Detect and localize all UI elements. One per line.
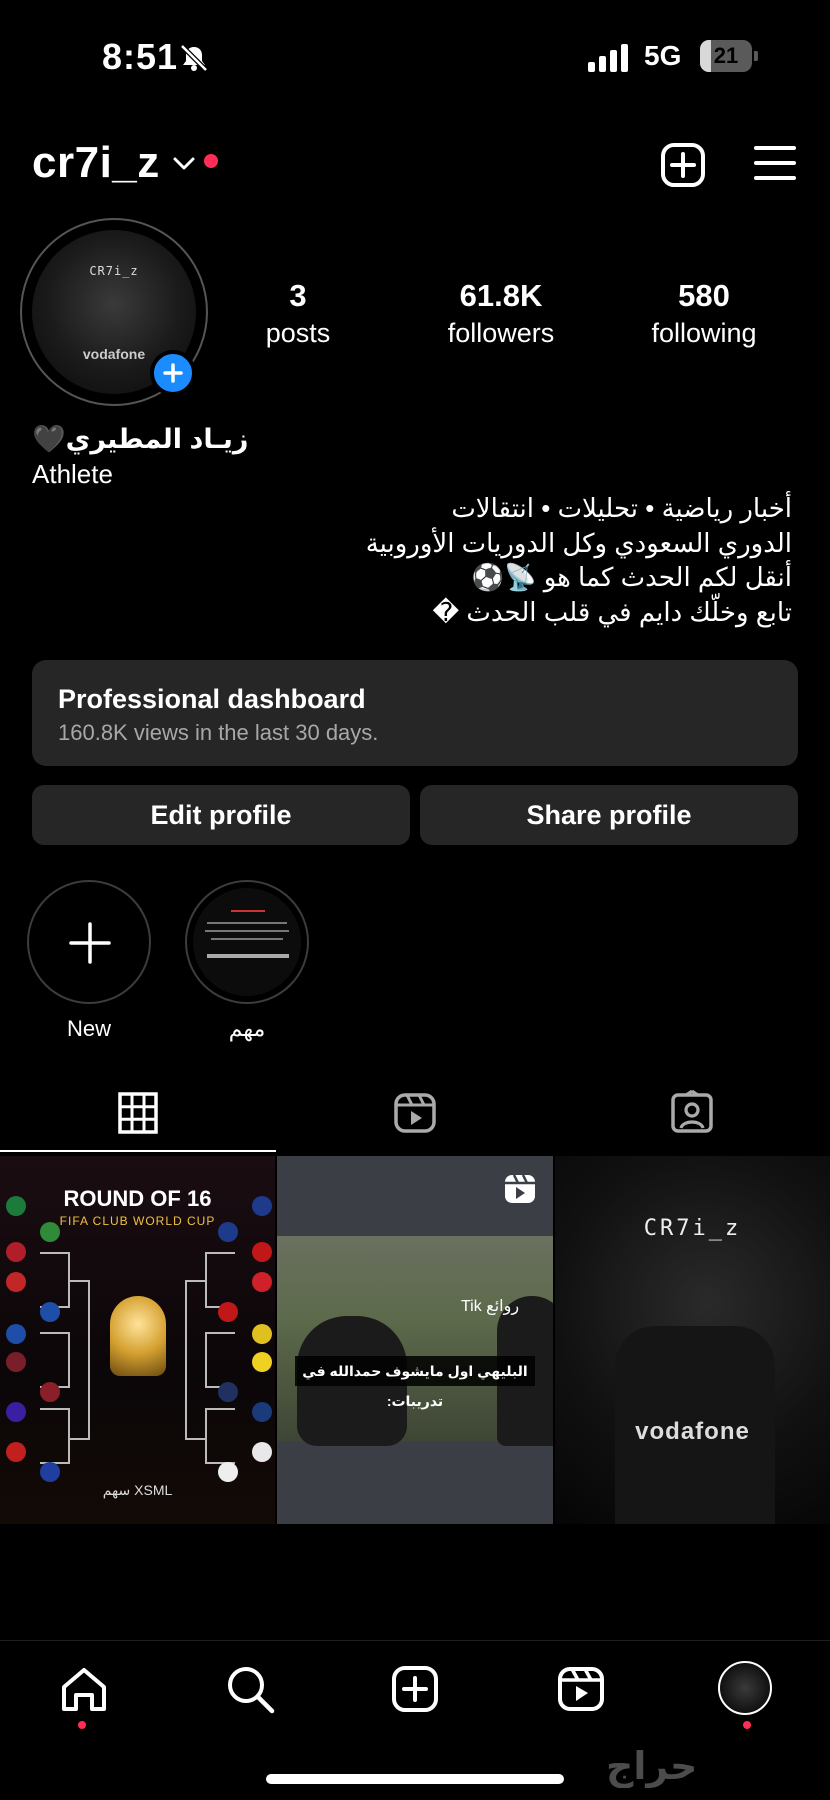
plus-icon [163,363,183,383]
grid-icon [118,1092,158,1134]
profile-header: cr7i_z [0,130,830,198]
bio: زيـاد المطيري🖤 Athlete أخبار رياضية • تح… [32,422,792,629]
network-label: 5G [644,40,682,71]
status-time: 8:51 [102,36,179,77]
highlight-circle[interactable] [27,880,151,1004]
profile-tabs [0,1078,830,1152]
status-bar: 8:51 5G 21 [0,0,830,112]
post-sponsor: vodafone [635,1418,750,1445]
highlight-important[interactable]: مهم [185,880,309,1042]
highlight-label: مهم [228,1016,266,1041]
bio-category: Athlete [32,458,113,489]
stat-following[interactable]: 580 following [624,278,784,349]
site-watermark: حراج [606,1746,698,1788]
tab-posts-grid[interactable] [0,1078,276,1152]
reels-icon [394,1093,436,1133]
post-brand: سهم XSML [102,1482,173,1498]
post-tag: CR7i_z [643,1216,742,1241]
posts-grid: ROUND OF 16 FIFA CLUB WORLD CUP سهم XSML… [0,1156,830,1524]
stat-value: 3 [289,278,307,313]
avatar-tag: CR7i_z [89,264,139,278]
trophy-image [110,1296,166,1376]
highlight-cover [193,888,301,996]
professional-dashboard[interactable]: Professional dashboard 160.8K views in t… [32,660,798,766]
bio-line: تابع وخلّك دايم في قلب الحدث � [432,596,792,627]
notification-dot [204,154,218,168]
post-title: ROUND OF 16 [63,1186,212,1211]
post-thumbnail[interactable]: ROUND OF 16 FIFA CLUB WORLD CUP سهم XSML [0,1156,275,1524]
highlight-label: New [66,1016,111,1041]
menu-button[interactable] [754,144,796,182]
highlight-circle[interactable] [185,880,309,1004]
username[interactable]: cr7i_z [32,138,160,188]
tab-tagged[interactable] [554,1078,830,1152]
battery-level: 21 [713,43,739,68]
dashboard-subtitle: 160.8K views in the last 30 days. [58,720,379,745]
stat-label: followers [447,318,555,348]
bell-slash-icon [180,44,208,72]
battery-icon: 21 [700,40,758,72]
reels-icon[interactable] [553,1661,609,1717]
signal-icon [588,44,628,72]
chevron-down-icon[interactable] [172,156,196,172]
dashboard-title: Professional dashboard [58,684,366,714]
bio-line: الدوري السعودي وكل الدوريات الأوروبية [365,527,792,558]
edit-profile-button[interactable]: Edit profile [32,785,410,845]
stat-followers[interactable]: 61.8K followers [421,278,581,349]
search-icon[interactable] [222,1661,278,1717]
stat-value: 61.8K [459,278,543,313]
reels-icon [505,1174,535,1203]
display-name: زيـاد المطيري🖤 [32,424,249,454]
tab-reels[interactable] [277,1078,553,1152]
stat-value: 580 [678,278,730,313]
stat-label: following [651,318,757,348]
add-story-button[interactable] [150,350,196,396]
home-indicator[interactable] [266,1774,564,1784]
plus-icon [69,922,111,964]
stat-label: posts [265,318,331,348]
profile-notification-dot [743,1721,751,1729]
home-notification-dot [78,1721,86,1729]
bottom-nav [0,1640,830,1740]
create-button[interactable] [660,142,706,188]
highlight-new[interactable]: New [27,880,151,1042]
profile-avatar[interactable] [718,1661,772,1715]
tagged-icon [671,1090,713,1133]
bio-line: أنقل لكم الحدث كما هو 📡⚽ [471,562,792,592]
home-icon[interactable] [56,1661,112,1717]
post-thumbnail[interactable]: روائع Tik البليهي اول مايشوف حمدالله في … [277,1156,553,1524]
bio-line: أخبار رياضية • تحليلات • انتقالات [451,493,792,523]
reel-caption: البليهي اول مايشوف حمدالله في تدريبات: [295,1356,535,1409]
post-thumbnail[interactable]: CR7i_z vodafone [555,1156,830,1524]
share-profile-button[interactable]: Share profile [420,785,798,845]
stat-posts[interactable]: 3 posts [218,278,378,349]
create-icon[interactable] [387,1661,443,1717]
reel-watermark: روائع Tik [461,1298,520,1315]
active-tab-indicator [0,1150,276,1152]
